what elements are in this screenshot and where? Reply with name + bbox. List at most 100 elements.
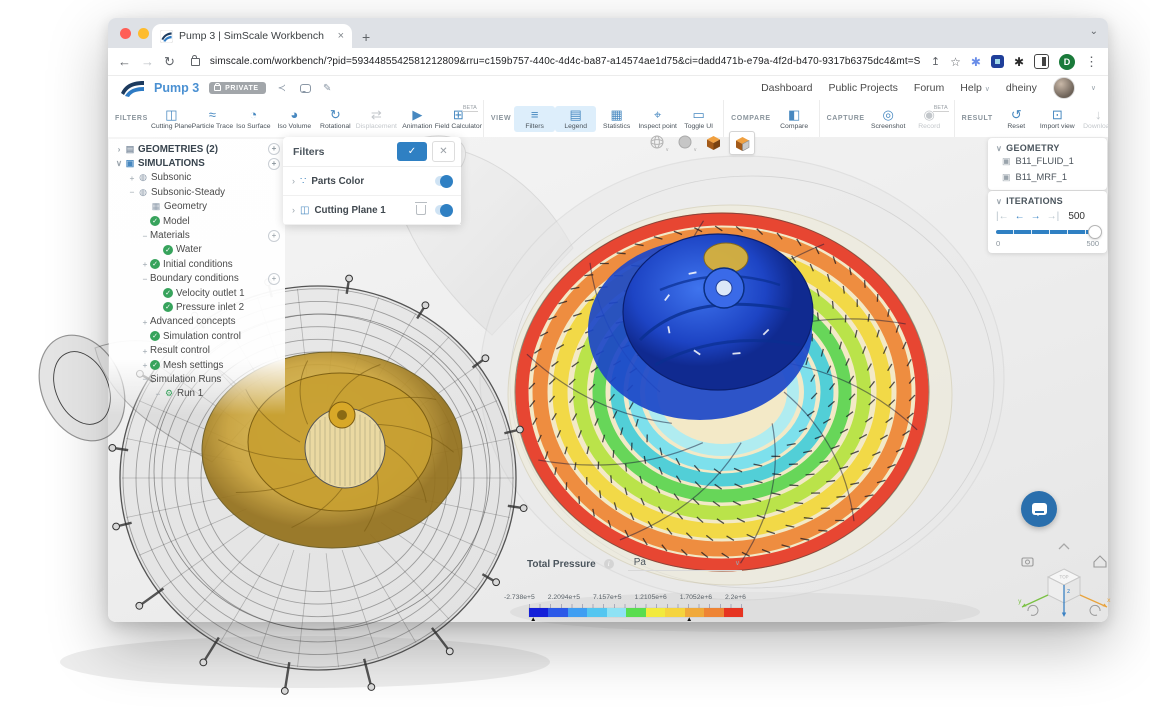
comments-icon[interactable] bbox=[300, 84, 311, 93]
toolbar-item-iso-surface[interactable]: ◔Iso Surface bbox=[233, 106, 274, 132]
user-avatar[interactable] bbox=[1053, 77, 1075, 99]
tree-item-materials[interactable]: −Materials+ bbox=[109, 228, 285, 242]
reload-icon[interactable]: ↻ bbox=[164, 54, 175, 70]
toolbar-item-filters[interactable]: ≡Filters bbox=[514, 106, 555, 132]
slider-handle[interactable] bbox=[1088, 225, 1102, 239]
extension-icon-1[interactable]: ✱ bbox=[971, 55, 981, 69]
toolbar-item-particle-trace[interactable]: ≈Particle Trace bbox=[192, 106, 233, 132]
sidebar-icon[interactable] bbox=[1034, 54, 1049, 69]
tab-search-chevron-icon[interactable]: ⌄ bbox=[1090, 26, 1098, 37]
info-icon[interactable]: i bbox=[604, 559, 614, 569]
tree-item-water[interactable]: ✓Water bbox=[109, 243, 285, 257]
add-button[interactable]: + bbox=[268, 230, 280, 242]
tree-item-boundary-conditions[interactable]: −Boundary conditions+ bbox=[109, 272, 285, 286]
tree-expander-icon[interactable]: + bbox=[140, 346, 150, 356]
privacy-badge[interactable]: PRIVATE bbox=[209, 82, 266, 94]
expand-chevron-icon[interactable]: › bbox=[292, 176, 295, 186]
toolbar-item-reset[interactable]: ↺Reset bbox=[996, 106, 1037, 132]
previous-iteration-button[interactable]: ← bbox=[1015, 211, 1025, 222]
tree-expander-icon[interactable]: + bbox=[140, 259, 150, 269]
extension-icon-2[interactable] bbox=[991, 55, 1004, 68]
tree-item-model[interactable]: ✓Model bbox=[109, 214, 285, 228]
filters-close-button[interactable]: ✕ bbox=[432, 141, 455, 162]
tree-expander-icon[interactable]: − bbox=[140, 274, 150, 284]
home-view-icon[interactable] bbox=[1094, 556, 1106, 567]
rotate-left-icon[interactable] bbox=[1028, 605, 1038, 615]
toolbar-item-screenshot[interactable]: ◎Screenshot bbox=[868, 106, 909, 132]
tree-item-velocity-outlet-1[interactable]: ✓Velocity outlet 1 bbox=[109, 286, 285, 300]
tree-item-simulation-control[interactable]: ✓Simulation control bbox=[109, 329, 285, 343]
nav-public-projects[interactable]: Public Projects bbox=[828, 82, 897, 94]
browser-profile-avatar[interactable]: D bbox=[1059, 54, 1075, 70]
legend-range-marker-max[interactable]: ▲ bbox=[686, 616, 692, 623]
toolbar-item-compare[interactable]: ◧Compare bbox=[774, 106, 815, 132]
first-iteration-button[interactable]: |← bbox=[996, 211, 1009, 222]
tree-item-simulations[interactable]: ∨▣SIMULATIONS+ bbox=[109, 156, 285, 170]
tree-item-subsonic[interactable]: +◍Subsonic bbox=[109, 171, 285, 185]
pan-up-icon[interactable] bbox=[1059, 544, 1069, 549]
legend-unit-select[interactable]: Pa ∨ bbox=[628, 557, 742, 571]
tree-expander-icon[interactable]: + bbox=[140, 317, 150, 327]
toolbar-item-rotational[interactable]: ↻Rotational bbox=[315, 106, 356, 132]
add-button[interactable]: + bbox=[268, 273, 280, 285]
render-mode-cut-button[interactable] bbox=[729, 131, 755, 155]
url-text[interactable]: simscale.com/workbench/?pid=593448554258… bbox=[210, 56, 921, 67]
tree-item-mesh-settings[interactable]: +✓Mesh settings bbox=[109, 358, 285, 372]
tree-expander-icon[interactable]: › bbox=[114, 144, 124, 154]
tree-item-result-control[interactable]: +Result control bbox=[109, 343, 285, 357]
tree-item-advanced-concepts[interactable]: +Advanced concepts bbox=[109, 315, 285, 329]
user-menu-chevron-icon[interactable]: ∨ bbox=[1091, 84, 1096, 92]
toolbar-item-statistics[interactable]: ▦Statistics bbox=[596, 106, 637, 132]
nav-forum[interactable]: Forum bbox=[914, 82, 944, 94]
render-mode-wireframe-button[interactable]: ∨ bbox=[645, 131, 669, 153]
tree-item-run-1[interactable]: −⚙Run 1 bbox=[109, 387, 285, 401]
bookmark-star-icon[interactable]: ☆ bbox=[950, 55, 961, 69]
tree-item-initial-conditions[interactable]: +✓Initial conditions bbox=[109, 257, 285, 271]
trash-icon[interactable] bbox=[416, 205, 426, 215]
tree-expander-icon[interactable]: − bbox=[140, 374, 150, 384]
tree-item-geometries-2[interactable]: ›▤GEOMETRIES (2)+ bbox=[109, 142, 285, 156]
camera-view-icon[interactable] bbox=[1022, 558, 1033, 566]
browser-menu-icon[interactable]: ⋮ bbox=[1085, 54, 1098, 70]
forward-icon[interactable]: → bbox=[141, 54, 154, 69]
tree-expander-icon[interactable]: + bbox=[140, 360, 150, 370]
minimize-window-button[interactable] bbox=[138, 28, 149, 39]
toolbar-item-cutting-plane[interactable]: ◫Cutting Plane bbox=[151, 106, 192, 132]
legend-color-bar[interactable] bbox=[529, 608, 743, 617]
toolbar-item-import-view[interactable]: ⊡Import view bbox=[1037, 106, 1078, 132]
tree-item-geometry[interactable]: ▦Geometry bbox=[109, 200, 285, 214]
iteration-slider[interactable] bbox=[996, 226, 1099, 238]
nav-dashboard[interactable]: Dashboard bbox=[761, 82, 812, 94]
expand-chevron-icon[interactable]: › bbox=[292, 205, 295, 215]
toolbar-item-legend[interactable]: ▤Legend bbox=[555, 106, 596, 132]
rotate-right-icon[interactable] bbox=[1090, 605, 1100, 615]
filter-row-cutting-plane-1[interactable]: ›◫Cutting Plane 1 bbox=[283, 196, 461, 225]
visibility-toggle[interactable] bbox=[435, 205, 452, 215]
tree-expander-icon[interactable]: − bbox=[153, 389, 163, 399]
toolbar-item-field-calculator[interactable]: BETA⊞Field Calculator bbox=[438, 106, 479, 132]
toolbar-item-iso-volume[interactable]: ◕Iso Volume bbox=[274, 106, 315, 132]
extension-icon-3[interactable]: ✱ bbox=[1014, 55, 1024, 69]
https-lock-icon[interactable] bbox=[191, 58, 200, 66]
tree-expander-icon[interactable]: ∨ bbox=[114, 158, 124, 169]
tree-item-simulation-runs[interactable]: −Simulation Runs bbox=[109, 372, 285, 386]
slider-track[interactable] bbox=[996, 230, 1099, 234]
filters-apply-button[interactable]: ✓ bbox=[397, 142, 427, 161]
tree-item-subsonic-steady[interactable]: −◍Subsonic-Steady bbox=[109, 185, 285, 199]
tree-expander-icon[interactable]: + bbox=[127, 173, 137, 183]
legend-range-marker-min[interactable]: ▲ bbox=[530, 616, 536, 623]
tab-close-icon[interactable]: × bbox=[338, 30, 344, 42]
filter-row-parts-color[interactable]: ›∵Parts Color bbox=[283, 167, 461, 196]
close-window-button[interactable] bbox=[120, 28, 131, 39]
nav-help[interactable]: Help ∨ bbox=[960, 82, 990, 94]
geometry-item-b11-mrf-1[interactable]: ▣B11_MRF_1 bbox=[996, 169, 1099, 185]
back-icon[interactable]: ← bbox=[118, 54, 131, 69]
add-button[interactable]: + bbox=[268, 143, 280, 155]
tree-expander-icon[interactable]: − bbox=[140, 231, 150, 241]
edit-title-icon[interactable]: ✎ bbox=[323, 83, 331, 94]
iterations-panel-header[interactable]: ∨ ITERATIONS bbox=[996, 196, 1099, 206]
add-button[interactable]: + bbox=[268, 158, 280, 170]
next-iteration-button[interactable]: → bbox=[1031, 211, 1041, 222]
geometry-item-b11-fluid-1[interactable]: ▣B11_FLUID_1 bbox=[996, 153, 1099, 169]
new-tab-button[interactable]: + bbox=[362, 29, 370, 45]
